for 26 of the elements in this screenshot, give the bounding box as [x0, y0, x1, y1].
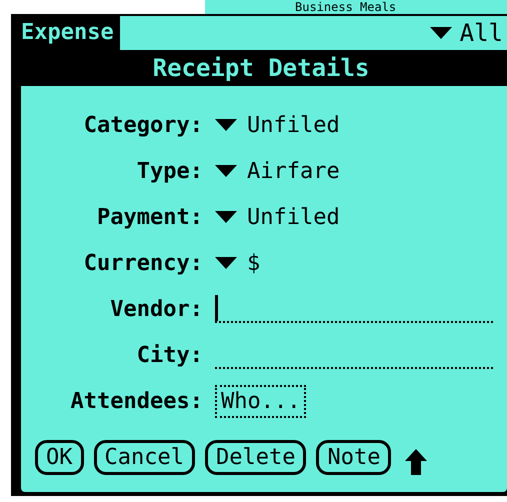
- field-label: Payment:: [96, 204, 203, 230]
- field-label: Type:: [136, 158, 203, 184]
- attendees-picker[interactable]: Who...: [215, 384, 306, 418]
- dropdown-triangle-icon[interactable]: [215, 119, 237, 131]
- field-label: Vendor:: [109, 296, 203, 322]
- dialog-button[interactable]: OK: [35, 440, 84, 475]
- input-field[interactable]: [215, 295, 493, 323]
- dropdown-value[interactable]: Unfiled: [247, 204, 340, 230]
- field-label: City:: [136, 342, 203, 368]
- up-arrow-icon: [405, 449, 428, 475]
- dropdown-triangle-icon[interactable]: [215, 211, 237, 223]
- field-label: Attendees:: [70, 388, 203, 414]
- dropdown-value[interactable]: Airfare: [247, 158, 340, 184]
- dialog-button[interactable]: Delete: [204, 440, 306, 475]
- dropdown-triangle-icon[interactable]: [430, 27, 452, 39]
- dialog-button[interactable]: Note: [316, 440, 392, 475]
- dropdown-value[interactable]: $: [247, 250, 260, 276]
- dialog-button[interactable]: Cancel: [94, 440, 195, 475]
- dropdown-value[interactable]: Unfiled: [247, 112, 340, 138]
- dialog-title: Receipt Details: [152, 53, 370, 84]
- field-label: Currency:: [82, 250, 203, 276]
- category-filter[interactable]: All: [460, 19, 503, 47]
- dropdown-triangle-icon[interactable]: [215, 165, 237, 177]
- dropdown-triangle-icon[interactable]: [215, 257, 237, 269]
- field-label: Category:: [82, 112, 203, 138]
- list-item: Business Meals: [205, 0, 507, 14]
